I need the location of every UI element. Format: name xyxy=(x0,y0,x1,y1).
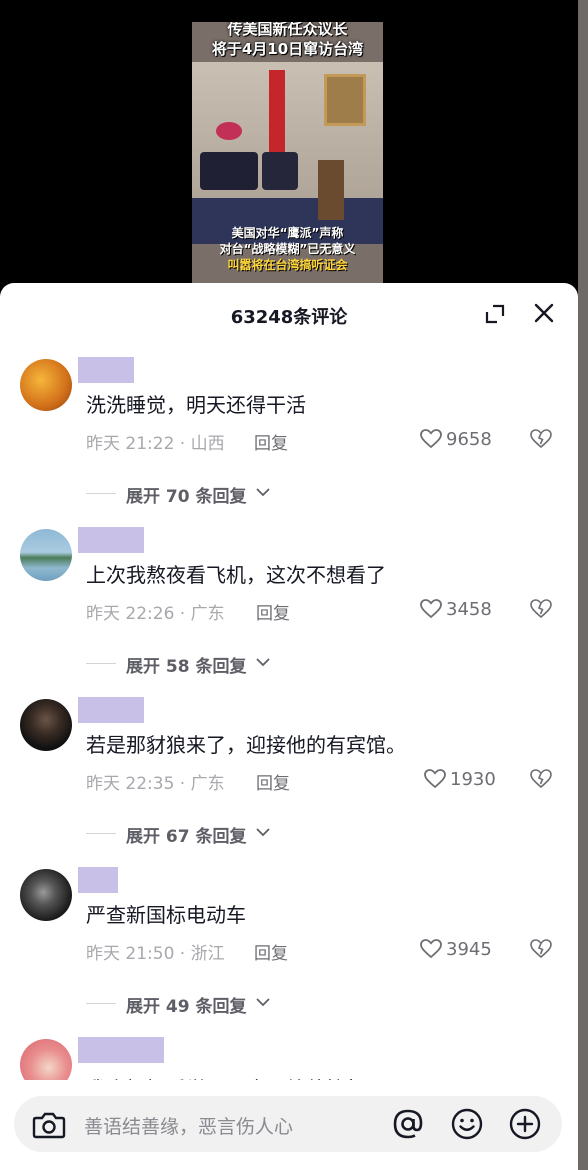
avatar[interactable] xyxy=(20,529,72,581)
reply-button[interactable]: 回复 xyxy=(256,769,290,794)
input-placeholder: 善语结善缘，恶言伤人心 xyxy=(84,1116,294,1138)
comment-meta: 昨天 21:22 · 山西 xyxy=(86,434,225,454)
heart-icon xyxy=(420,429,442,449)
dislike-icon[interactable] xyxy=(530,939,552,959)
dislike-icon[interactable] xyxy=(530,599,552,619)
comment-item: 若是那豺狼来了，迎接他的有宾馆。 昨天 22:35 · 广东 回复 1930 展… xyxy=(0,697,578,869)
reply-button[interactable]: 回复 xyxy=(256,599,290,624)
comment-meta: 昨天 21:50 · 浙江 xyxy=(86,944,225,964)
comment-text: 上次我熬夜看飞机，这次不想看了 xyxy=(86,563,386,587)
comment-input-bar: 善语结善缘，恶言伤人心 xyxy=(0,1080,578,1170)
video-podium xyxy=(318,160,344,220)
avatar[interactable] xyxy=(20,699,72,751)
like-count: 3945 xyxy=(446,939,492,960)
heart-icon xyxy=(424,769,446,789)
username-redacted[interactable] xyxy=(78,357,134,383)
emoji-icon[interactable] xyxy=(450,1107,484,1141)
comment-text: 若是那豺狼来了，迎接他的有宾馆。 xyxy=(86,733,406,757)
expand-replies-label: 展开 70 条回复 xyxy=(126,487,247,507)
avatar[interactable] xyxy=(20,869,72,921)
heart-icon xyxy=(420,599,442,619)
expand-replies-label: 展开 67 条回复 xyxy=(126,827,247,847)
dislike-icon[interactable] xyxy=(530,429,552,449)
username-redacted[interactable] xyxy=(78,697,144,723)
username-redacted[interactable] xyxy=(78,1037,164,1063)
comment-item: 严查新国标电动车 昨天 21:50 · 浙江 回复 3945 展开 49 条回复 xyxy=(0,867,578,1039)
like-count: 1930 xyxy=(450,769,496,790)
reply-button[interactable]: 回复 xyxy=(254,429,288,454)
video-caption-line1: 美国对华“鹰派”声称 xyxy=(231,226,344,240)
divider xyxy=(86,1003,116,1004)
comment-item: 洗洗睡觉，明天还得干活 昨天 21:22 · 山西 回复 9658 展开 70 … xyxy=(0,357,578,529)
video-sofa xyxy=(262,152,298,190)
comment-text: 严查新国标电动车 xyxy=(86,903,246,927)
fullscreen-icon[interactable] xyxy=(484,303,506,325)
heart-icon xyxy=(420,939,442,959)
video-flowers xyxy=(216,122,242,140)
comment-meta: 昨天 22:26 · 广东 xyxy=(86,604,225,624)
comment-item: 上次我熬夜看飞机，这次不想看了 昨天 22:26 · 广东 回复 3458 展开… xyxy=(0,527,578,699)
video-caption-line2: 对台“战略模糊”已无意义 xyxy=(219,242,356,256)
video-caption-line3: 叫嚣将在台湾搞听证会 xyxy=(227,258,348,272)
comment-sheet: 63248条评论 洗洗睡觉，明天还得干活 昨天 21:22 · 山西 回复 96… xyxy=(0,283,578,1170)
video-sofa xyxy=(200,152,258,190)
dislike-icon[interactable] xyxy=(530,769,552,789)
expand-replies-label: 展开 49 条回复 xyxy=(126,997,247,1017)
comment-meta: 昨天 22:35 · 广东 xyxy=(86,774,225,794)
chevron-down-icon xyxy=(256,658,270,667)
avatar[interactable] xyxy=(20,359,72,411)
username-redacted[interactable] xyxy=(78,527,144,553)
video-preview[interactable]: 传美国新任众议长 将于4月10日窜访台湾 美国对华“鹰派”声称 对台“战略模糊”… xyxy=(192,22,383,284)
background-strip xyxy=(578,0,588,1170)
like-count: 3458 xyxy=(446,599,492,620)
divider xyxy=(86,493,116,494)
comment-text: 洗洗睡觉，明天还得干活 xyxy=(86,393,306,417)
like-count: 9658 xyxy=(446,429,492,450)
reply-button[interactable]: 回复 xyxy=(254,939,288,964)
video-title-line1: 传美国新任众议长 xyxy=(227,22,348,38)
plus-icon[interactable] xyxy=(508,1107,542,1141)
chevron-down-icon xyxy=(256,998,270,1007)
chevron-down-icon xyxy=(256,488,270,497)
video-portrait xyxy=(324,74,366,126)
username-redacted[interactable] xyxy=(78,867,118,893)
chevron-down-icon xyxy=(256,828,270,837)
video-title-line2: 将于4月10日窜访台湾 xyxy=(211,40,364,58)
comment-input[interactable]: 善语结善缘，恶言伤人心 xyxy=(14,1096,562,1152)
camera-icon[interactable] xyxy=(32,1110,66,1140)
at-icon[interactable] xyxy=(390,1106,426,1142)
divider xyxy=(86,833,116,834)
divider xyxy=(86,663,116,664)
expand-replies-label: 展开 58 条回复 xyxy=(126,657,247,677)
close-icon[interactable] xyxy=(532,301,556,325)
video-flag xyxy=(269,70,285,156)
